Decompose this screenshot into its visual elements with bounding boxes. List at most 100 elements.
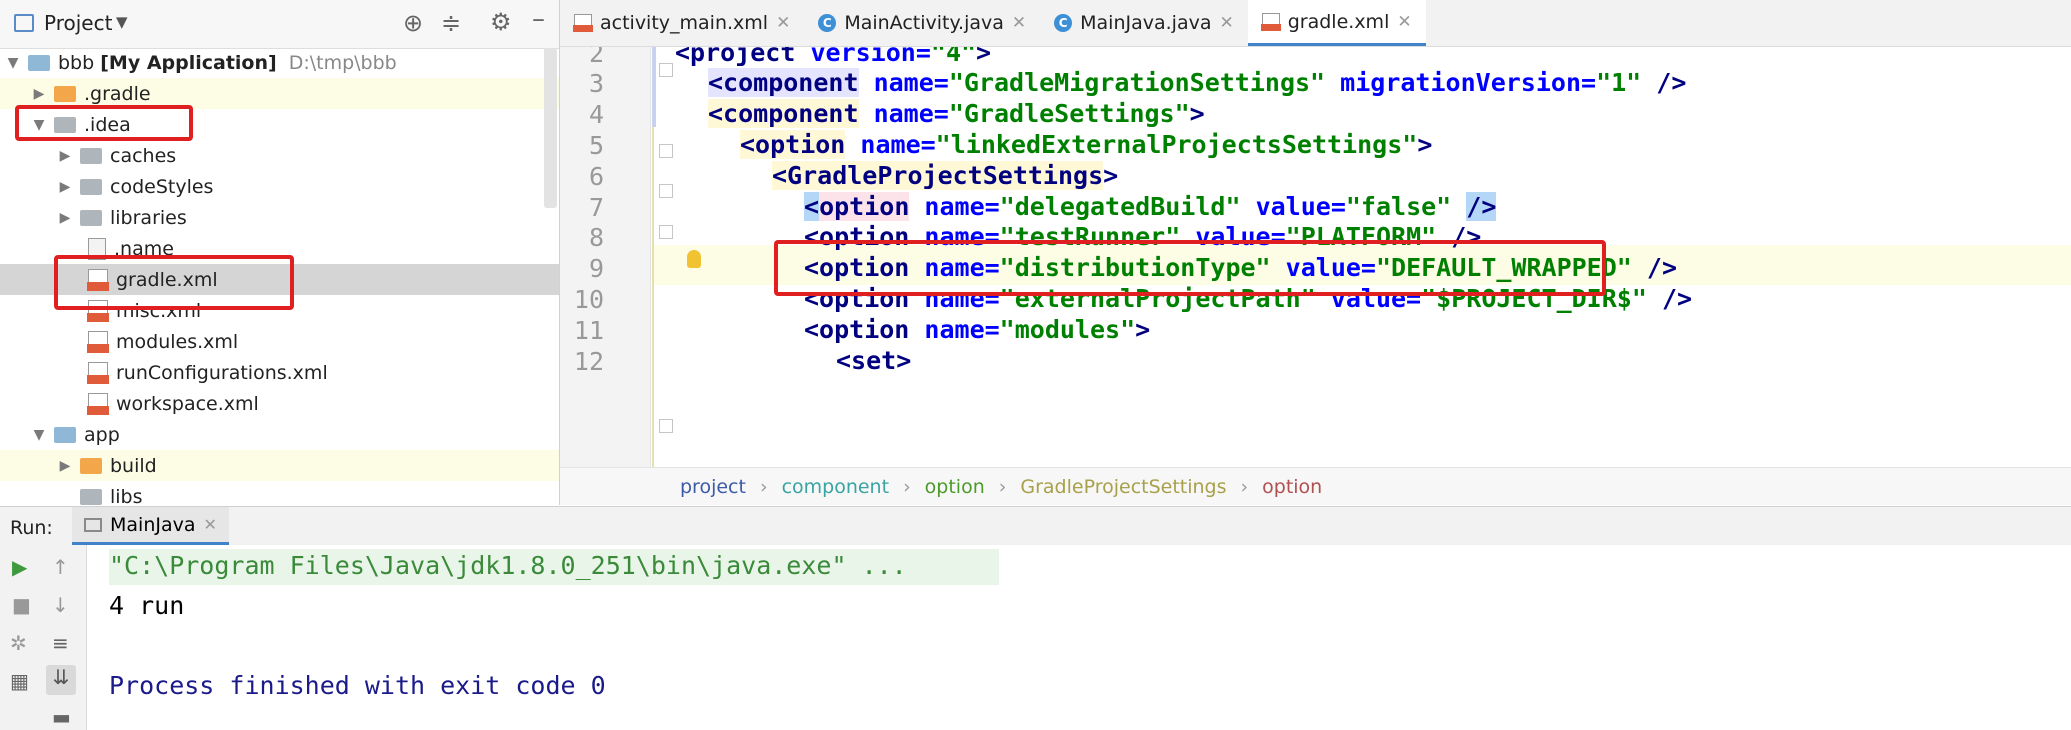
xml-file-icon: [87, 392, 109, 415]
project-panel-title[interactable]: Project: [44, 11, 112, 35]
highlight-box-delegated-build: [774, 240, 1606, 296]
tree-scrollbar[interactable]: [544, 48, 557, 208]
close-icon[interactable]: ✕: [1397, 12, 1411, 32]
tree-item-libraries[interactable]: ▶ libraries: [0, 202, 559, 233]
code-line: <GradleProjectSettings>: [772, 161, 1119, 190]
breadcrumb-component[interactable]: component: [782, 476, 890, 498]
tree-item-workspace-xml[interactable]: workspace.xml: [0, 388, 559, 419]
tree-item-runconfigurations-xml[interactable]: runConfigurations.xml: [0, 357, 559, 388]
breadcrumb-option[interactable]: option: [925, 476, 985, 498]
code-line: <component name="GradleMigrationSettings…: [708, 68, 1687, 97]
line-number: 8: [588, 223, 604, 252]
fold-marker-icon[interactable]: [659, 63, 673, 77]
line-number: 10: [573, 285, 604, 314]
highlight-box-idea: [15, 105, 193, 141]
breadcrumb-gradleprojectsettings[interactable]: GradleProjectSettings: [1020, 476, 1226, 498]
run-tab-mainjava[interactable]: MainJava ✕: [72, 507, 229, 545]
code-line: <project version="4">: [675, 47, 992, 67]
tree-item-label: workspace.xml: [116, 392, 259, 415]
console-line: 4 run: [109, 591, 185, 620]
breadcrumb-option-current[interactable]: option: [1262, 476, 1322, 498]
tab-mainactivity-java[interactable]: C MainActivity.java ✕: [804, 0, 1040, 46]
chevron-down-icon[interactable]: ▼: [116, 13, 128, 31]
line-number: 3: [588, 69, 604, 98]
close-icon[interactable]: ✕: [204, 515, 217, 534]
tab-activity-main-xml[interactable]: activity_main.xml ✕: [560, 0, 804, 46]
tree-item-project-name: [My Application]: [100, 51, 277, 74]
module-folder-icon: [28, 54, 50, 71]
lightbulb-icon[interactable]: [687, 250, 701, 268]
tree-item-project-root[interactable]: ▼ bbb [My Application] D:\tmp\bbb: [0, 47, 559, 78]
close-icon[interactable]: ✕: [1012, 13, 1026, 33]
expanded-arrow-icon[interactable]: ▼: [32, 427, 46, 443]
locate-icon[interactable]: ⊕: [403, 9, 423, 37]
scroll-to-end-icon[interactable]: ⇊: [46, 665, 76, 695]
tab-label: MainActivity.java: [844, 12, 1004, 34]
run-panel-header: Run: MainJava ✕: [0, 506, 2071, 546]
line-number: 4: [588, 100, 604, 129]
tree-item-modules-xml[interactable]: modules.xml: [0, 326, 559, 357]
tree-item-label: build: [110, 454, 157, 477]
tab-label: gradle.xml: [1287, 10, 1390, 33]
line-number: 11: [573, 316, 604, 345]
line-number: 12: [573, 347, 604, 376]
gear-icon[interactable]: ⚙: [490, 8, 512, 36]
collapse-all-icon[interactable]: ≑: [441, 9, 461, 37]
tree-item-label: modules.xml: [116, 330, 239, 353]
tab-label: MainJava.java: [1080, 12, 1212, 34]
collapsed-arrow-icon[interactable]: ▶: [58, 210, 72, 226]
up-arrow-icon[interactable]: ↑: [52, 555, 69, 579]
tree-item-caches[interactable]: ▶ caches: [0, 140, 559, 171]
tab-label: activity_main.xml: [600, 12, 769, 34]
close-icon[interactable]: ✕: [776, 13, 790, 33]
expanded-arrow-icon[interactable]: ▼: [6, 55, 20, 71]
java-class-icon: C: [818, 14, 837, 32]
fold-marker-icon[interactable]: [659, 225, 673, 239]
run-config-icon: [84, 517, 102, 532]
rerun-icon[interactable]: ▶: [12, 555, 27, 579]
breadcrumb-project[interactable]: project: [680, 476, 746, 498]
tree-item-codestyles[interactable]: ▶ codeStyles: [0, 171, 559, 202]
down-arrow-icon[interactable]: ↓: [52, 593, 69, 617]
line-number: 5: [588, 131, 604, 160]
project-panel-header: Project ▼ ⊕ ≑ ⚙ –: [0, 0, 559, 49]
xml-file-icon: [87, 330, 109, 353]
tab-gradle-xml[interactable]: gradle.xml ✕: [1247, 0, 1426, 46]
fold-marker-icon[interactable]: [659, 144, 673, 158]
print-icon[interactable]: ▬: [52, 705, 71, 729]
xml-file-icon: [87, 361, 109, 384]
line-number: 2: [588, 47, 604, 68]
close-icon[interactable]: ✕: [1219, 13, 1233, 33]
tree-item-label: libraries: [110, 206, 187, 229]
layout-icon[interactable]: ▦: [10, 669, 29, 693]
line-number: 9: [588, 254, 604, 283]
collapsed-arrow-icon[interactable]: ▶: [58, 458, 72, 474]
code-line: <option name="delegatedBuild" value="fal…: [804, 192, 1497, 221]
tree-item-label: caches: [110, 144, 177, 167]
highlight-box-gradle-xml: [54, 255, 294, 310]
tree-item-path: D:\tmp\bbb: [288, 51, 397, 74]
stop-icon[interactable]: ■: [12, 593, 31, 617]
collapsed-arrow-icon[interactable]: ▶: [58, 179, 72, 195]
tree-item-build[interactable]: ▶ build: [0, 450, 559, 481]
folder-icon: [80, 147, 102, 164]
fold-marker-icon[interactable]: [659, 419, 673, 433]
tree-item-label: app: [84, 423, 120, 446]
minimize-icon[interactable]: –: [532, 4, 545, 34]
debug-icon[interactable]: ✲: [10, 631, 27, 655]
tree-item-label: runConfigurations.xml: [116, 361, 328, 384]
collapsed-arrow-icon[interactable]: ▶: [32, 86, 46, 102]
run-toolbar: ▶ ↑ ■ ↓ ✲ ≡ ▦ ⇊ ▬: [0, 545, 87, 730]
tab-mainjava-java[interactable]: C MainJava.java ✕: [1040, 0, 1248, 46]
fold-marker-icon[interactable]: [659, 184, 673, 198]
console-output[interactable]: "C:\Program Files\Java\jdk1.8.0_251\bin\…: [87, 545, 2071, 730]
change-marker: [652, 47, 656, 127]
tree-item-libs[interactable]: libs: [0, 481, 559, 505]
tree-item-label: bbb: [58, 51, 95, 74]
collapsed-arrow-icon[interactable]: ▶: [58, 148, 72, 164]
soft-wrap-icon[interactable]: ≡: [52, 631, 69, 655]
tree-item-app[interactable]: ▼ app: [0, 419, 559, 450]
code-line: <option name="linkedExternalProjectsSett…: [740, 130, 1433, 159]
module-folder-icon: [54, 426, 76, 443]
tree-item-label: libs: [110, 485, 143, 506]
